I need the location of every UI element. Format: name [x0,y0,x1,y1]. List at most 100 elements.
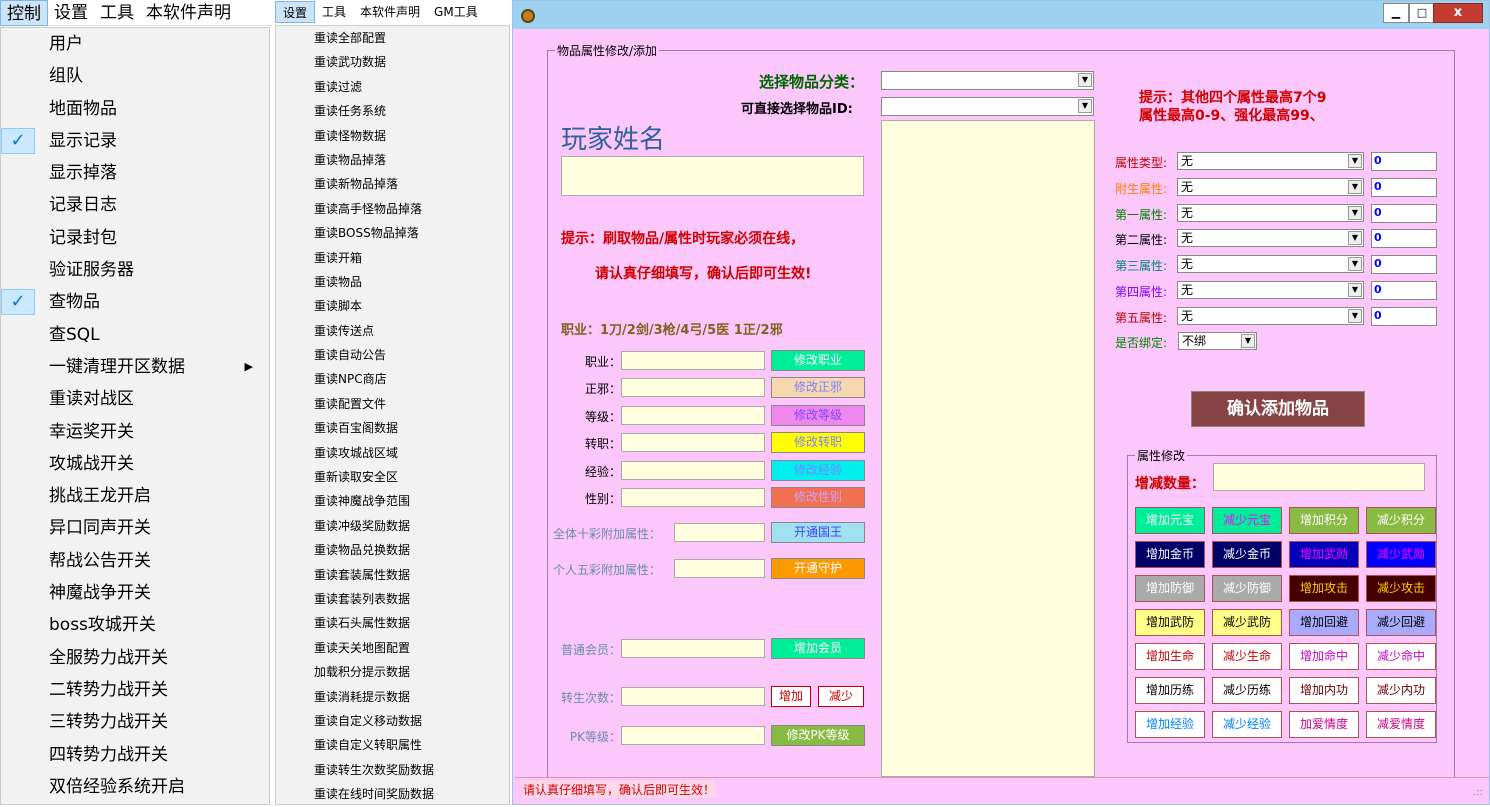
menu-item[interactable]: 重读配置文件 [276,392,509,416]
attr-adjust-button[interactable]: 增加内功 [1289,677,1359,704]
menu-item[interactable]: 组队 [1,60,269,92]
menubar-item[interactable]: 本软件声明 [140,0,237,26]
item-list-box[interactable] [881,120,1095,777]
menubar-item[interactable]: 设置 [48,0,94,26]
confirm-add-item-button[interactable]: 确认添加物品 [1191,391,1365,427]
menu-item[interactable]: 攻城战开关 [1,448,269,480]
field-input[interactable] [621,460,765,480]
attr-adjust-button[interactable]: 增加命中 [1289,643,1359,670]
menu-item[interactable]: 重读物品 [276,270,509,294]
field-input[interactable] [621,433,765,453]
menu-item[interactable]: 重读自定义移动数据 [276,709,509,733]
chevron-down-icon[interactable]: ▼ [1348,154,1362,168]
menu-item[interactable]: 重读任务系统 [276,99,509,123]
menu-item[interactable]: 重读全部配置 [276,26,509,50]
menu-item[interactable]: 重读套装列表数据 [276,587,509,611]
attr-adjust-button[interactable]: 减少防御 [1212,575,1282,602]
menu-item[interactable]: 重新读取安全区 [276,465,509,489]
add-vip-button[interactable]: 增加会员 [771,638,865,659]
menu-item[interactable]: 重读物品掉落 [276,148,509,172]
menu-item[interactable]: 幸运奖开关 [1,416,269,448]
item-id-select[interactable]: ▼ [881,97,1094,116]
menu-item[interactable]: 查SQL [1,319,269,351]
field-modify-button[interactable]: 修改职业 [771,350,865,371]
extra-field-input[interactable] [674,523,765,542]
attr-adjust-button[interactable]: 增加武防 [1135,609,1205,636]
field-modify-button[interactable]: 修改经验 [771,459,865,481]
menu-item[interactable]: 重读过滤 [276,75,509,99]
attr-adjust-button[interactable]: 加爱情度 [1289,711,1359,738]
menu-item[interactable]: 用户 [1,28,269,60]
menu-item[interactable]: 重读自定义转职属性 [276,733,509,757]
chevron-down-icon[interactable]: ▼ [1348,179,1362,194]
menu-item[interactable]: 重读NPC商店 [276,367,509,391]
field-input[interactable] [621,405,765,425]
attr-value-input[interactable]: 0 [1371,281,1437,300]
attr-select[interactable]: 无 ▼ [1177,177,1364,196]
attr-adjust-button[interactable]: 增加攻击 [1289,575,1359,602]
chevron-down-icon[interactable]: ▼ [1348,205,1362,220]
attr-adjust-button[interactable]: 增加生命 [1135,643,1205,670]
attr-select[interactable]: 无 ▼ [1177,281,1364,299]
attr-adjust-button[interactable]: 减少武防 [1212,609,1282,636]
rebirth-sub-button[interactable]: 减少 [818,686,864,707]
menu-item[interactable]: 重读怪物数据 [276,124,509,148]
attr-value-input[interactable]: 0 [1371,177,1437,197]
menu-item[interactable]: 帮战公告开关 [1,545,269,577]
menu-item[interactable]: 重读消耗提示数据 [276,685,509,709]
increment-input[interactable] [1213,463,1425,491]
attr-adjust-button[interactable]: 减少内功 [1366,677,1436,704]
attr-adjust-button[interactable]: 增加防御 [1135,575,1205,602]
field-input[interactable] [621,351,765,370]
attr-adjust-button[interactable]: 减爱情度 [1366,711,1436,738]
attr-value-input[interactable]: 0 [1371,152,1437,171]
menu-item[interactable]: 记录日志 [1,189,269,221]
menu-item[interactable]: 全服势力战开关 [1,642,269,674]
category-select[interactable]: ▼ [881,71,1094,90]
menu-item[interactable]: 重读脚本 [276,294,509,318]
attr-adjust-button[interactable]: 减少历练 [1212,677,1282,704]
minimize-button[interactable]: ▁ [1383,3,1409,23]
field-input[interactable] [621,488,765,507]
player-name-input[interactable] [561,156,864,196]
menu-item[interactable]: 重读冲级奖励数据 [276,514,509,538]
menu-item[interactable]: 重读神魔战争范围 [276,489,509,513]
menu-item[interactable]: 重读传送点 [276,319,509,343]
chevron-down-icon[interactable]: ▼ [1348,308,1362,323]
attr-select[interactable]: 无 ▼ [1177,306,1364,325]
field-modify-button[interactable]: 修改转职 [771,432,865,454]
menu-item[interactable]: 一键清理开区数据 ▶ [1,351,269,383]
menubar-item[interactable]: 控制 [0,0,48,26]
menu-item[interactable]: 重读高手怪物品掉落 [276,197,509,221]
attr-adjust-button[interactable]: 减少回避 [1366,609,1436,636]
attr-adjust-button[interactable]: 增加回避 [1289,609,1359,636]
attr-select[interactable]: 无 ▼ [1177,229,1364,248]
pk-input[interactable] [621,726,765,745]
attr-adjust-button[interactable]: 增加历练 [1135,677,1205,704]
extra-field-input[interactable] [674,559,765,578]
attr-select[interactable]: 无 ▼ [1177,152,1364,170]
menu-item[interactable]: 双倍经验系统开启 [1,771,269,803]
menu-item[interactable]: 重读BOSS物品掉落 [276,221,509,245]
extra-field-button[interactable]: 开通守护 [771,558,865,579]
modify-pk-button[interactable]: 修改PK等级 [771,725,865,746]
menu-item[interactable]: 重读百宝阁数据 [276,416,509,440]
menu-item[interactable]: 重读自动公告 [276,343,509,367]
attr-adjust-button[interactable]: 减少生命 [1212,643,1282,670]
menu-item[interactable]: 挑战王龙开启 [1,480,269,512]
field-input[interactable] [621,378,765,398]
menu-item[interactable]: 重读在线时间奖励数据 [276,782,509,806]
menu-item[interactable]: 重读石头属性数据 [276,611,509,635]
menu-item[interactable]: 重读新物品掉落 [276,172,509,196]
extra-field-button[interactable]: 开通国王 [771,522,865,543]
attr-adjust-button[interactable]: 减少武勋 [1366,541,1436,568]
rebirth-input[interactable] [621,687,765,706]
menu-item[interactable]: 重读开箱 [276,246,509,270]
attr-value-input[interactable]: 0 [1371,229,1437,249]
rebirth-add-button[interactable]: 增加 [771,686,811,707]
attr-adjust-button[interactable]: 减少命中 [1366,643,1436,670]
bind-select[interactable]: 不绑 ▼ [1178,332,1257,350]
menu-item[interactable]: 显示掉落 [1,157,269,189]
menu-item[interactable]: boss攻城开关 [1,609,269,641]
attr-adjust-button[interactable]: 减少经验 [1212,711,1282,738]
